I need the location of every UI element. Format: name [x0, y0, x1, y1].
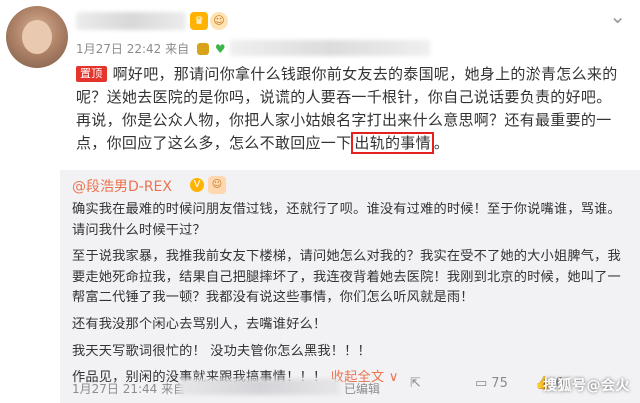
- quote-meta: 1月27日 21:44 来自: [72, 380, 185, 397]
- quote-time[interactable]: 1月27日 21:44: [72, 382, 157, 396]
- verified-icon: V: [190, 178, 204, 192]
- post-text-part2: 。: [433, 134, 450, 152]
- quote-username[interactable]: @段浩男D-REX: [72, 176, 172, 196]
- avatar[interactable]: [6, 6, 68, 68]
- post-from-label: 来自: [165, 42, 190, 56]
- emoji-badge-icon: ☺: [210, 12, 228, 30]
- device-blurred: [230, 40, 430, 56]
- quote-paragraph: 我天天写歌词很忙的！ 没功夫管你怎么黑我！！！: [72, 343, 371, 359]
- comment-count: 75: [491, 376, 508, 391]
- highlighted-phrase: 出轨的事情: [351, 132, 434, 154]
- vip-badge-icon: ♛: [190, 12, 208, 30]
- post-text: 置顶 啊好吧，那请问你拿什么钱跟你前女友去的泰国呢，她身上的淤青怎么来的呢？送她去…: [76, 63, 620, 155]
- share-button[interactable]: ⇱: [410, 376, 421, 391]
- quoted-post[interactable]: @段浩男D-REX V ☺ 确实我在最难的时候问朋友借过钱，还就行了呗。谁没有过…: [60, 170, 640, 403]
- member-badge-icon: ☺: [208, 176, 226, 194]
- watermark: 搜狐号@会火: [543, 378, 630, 394]
- quote-body: 确实我在最难的时候问朋友借过钱，还就行了呗。谁没有过难的时候！至于你说嘴谁，骂谁…: [72, 200, 628, 389]
- post-text-part1: 啊好吧，那请问你拿什么钱跟你前女友去的泰国呢，她身上的淤青怎么来的呢？送她去医院…: [76, 65, 618, 152]
- avatar-face: [22, 20, 52, 54]
- quote-paragraph: 至于说我家暴，我推我前女友下楼梯，请问她怎么对我的？我实在受不了她的大小姐脾气，…: [72, 249, 621, 306]
- comment-button[interactable]: ▭ 75: [475, 376, 508, 391]
- quote-paragraph: 确实我在最难的时候问朋友借过钱，还就行了呗。谁没有过难的时候！至于你说嘴谁，骂谁…: [72, 202, 621, 238]
- gold-badge-icon: [196, 43, 209, 55]
- pin-label: 置顶: [76, 66, 107, 82]
- post-meta: 1月27日 22:42 来自 ♥: [76, 40, 226, 57]
- post-time[interactable]: 1月27日 22:42: [76, 42, 161, 56]
- edited-label: 已编辑: [344, 382, 381, 396]
- heart-icon: ♥: [214, 42, 226, 56]
- quote-paragraph: 还有我没那个闲心去骂别人，去嘴谁好么！: [72, 316, 327, 332]
- chevron-down-icon[interactable]: ⌄: [609, 4, 626, 28]
- share-icon: ⇱: [410, 376, 421, 391]
- comment-icon: ▭: [475, 376, 488, 391]
- quote-device-blurred: [180, 379, 340, 395]
- username-blurred[interactable]: [76, 12, 186, 30]
